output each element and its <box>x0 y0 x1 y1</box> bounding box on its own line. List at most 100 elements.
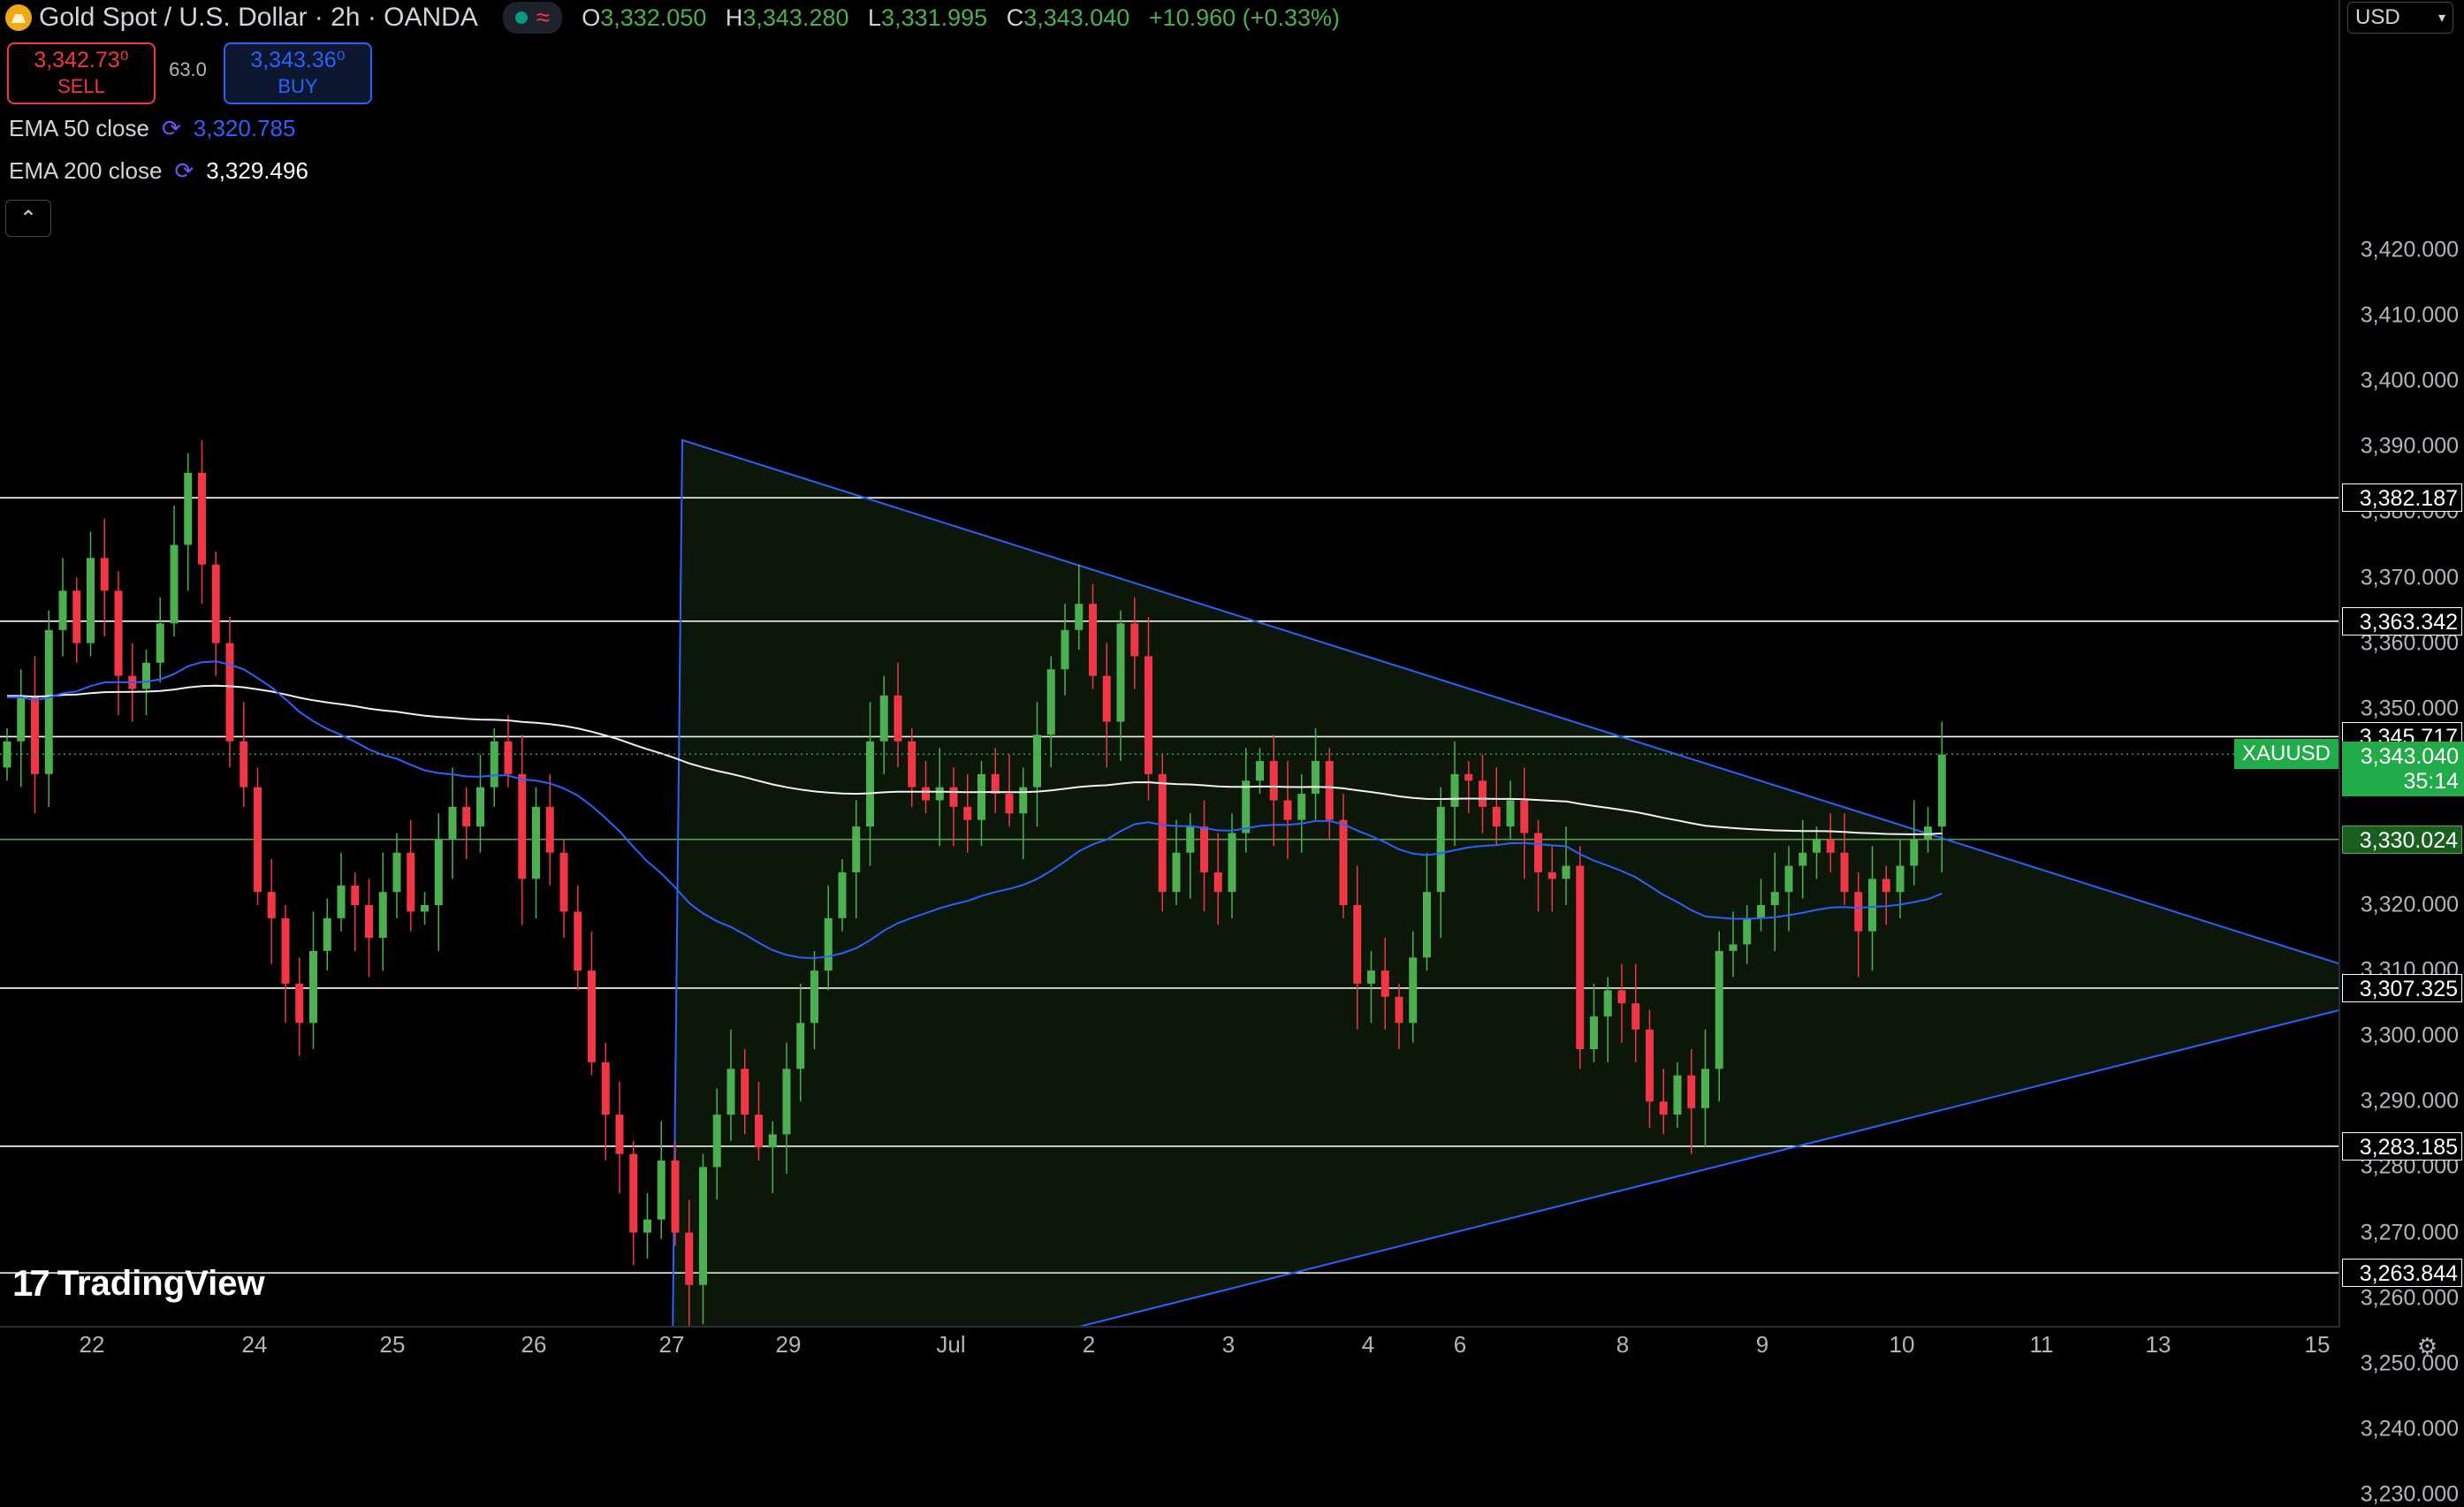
candle-body[interactable] <box>699 1167 707 1285</box>
candle-body[interactable] <box>309 950 317 1024</box>
candle-body[interactable] <box>100 558 109 591</box>
candle-body[interactable] <box>87 558 95 643</box>
candle-body[interactable] <box>922 787 930 801</box>
candle-body[interactable] <box>935 787 944 801</box>
candle-body[interactable] <box>1019 787 1028 814</box>
candle-body[interactable] <box>198 472 206 565</box>
candle-body[interactable] <box>1784 865 1793 893</box>
indicator-ema-50[interactable]: EMA 50 close ⟳ 3,320.785 <box>9 115 295 142</box>
candle-body[interactable] <box>1854 892 1863 932</box>
candle-body[interactable] <box>1743 917 1752 945</box>
collapse-indicators-button[interactable]: ⌃ <box>5 200 51 237</box>
candle-body[interactable] <box>1576 865 1585 1050</box>
candle-body[interactable] <box>1200 826 1208 872</box>
candle-body[interactable] <box>1840 852 1849 893</box>
candle-body[interactable] <box>1061 629 1069 670</box>
candle-body[interactable] <box>1562 865 1570 879</box>
candle-body[interactable] <box>462 806 471 827</box>
candle-body[interactable] <box>1325 760 1334 820</box>
candle-body[interactable] <box>1033 734 1041 788</box>
tradingview-logo[interactable]: 17 TradingView <box>12 1262 265 1305</box>
candle-body[interactable] <box>1256 760 1264 781</box>
candle-body[interactable] <box>559 852 568 912</box>
candle-body[interactable] <box>755 1115 763 1148</box>
candle-body[interactable] <box>1409 957 1418 1024</box>
candle-body[interactable] <box>1464 773 1473 781</box>
candle-body[interactable] <box>1145 656 1152 774</box>
candle-body[interactable] <box>142 662 150 689</box>
candle-body[interactable] <box>1283 800 1292 820</box>
candle-body[interactable] <box>295 983 304 1024</box>
candle-body[interactable] <box>1882 879 1890 893</box>
candle-body[interactable] <box>852 826 861 872</box>
candle-body[interactable] <box>114 590 123 676</box>
candle-body[interactable] <box>894 695 902 742</box>
candle-body[interactable] <box>1924 826 1932 840</box>
candle-body[interactable] <box>1172 852 1181 893</box>
sell-button[interactable]: 3,342.73⁰ SELL <box>7 42 156 104</box>
candle-body[interactable] <box>1937 754 1946 827</box>
candle-body[interactable] <box>44 629 53 774</box>
candle-body[interactable] <box>1770 892 1779 905</box>
candle-body[interactable] <box>1896 865 1905 893</box>
buy-button[interactable]: 3,343.36⁰ BUY <box>224 42 372 104</box>
candle-body[interactable] <box>351 885 360 905</box>
candle-body[interactable] <box>518 773 527 879</box>
candle-body[interactable] <box>810 970 818 1024</box>
candle-body[interactable] <box>601 1062 610 1115</box>
candle-body[interactable] <box>1520 800 1529 833</box>
candle-body[interactable] <box>588 970 596 1062</box>
candle-body[interactable] <box>712 1115 721 1168</box>
candle-body[interactable] <box>1423 892 1431 958</box>
candle-body[interactable] <box>1659 1101 1668 1115</box>
candle-body[interactable] <box>1046 669 1055 735</box>
candle-body[interactable] <box>58 590 67 630</box>
candle-body[interactable] <box>1534 833 1542 872</box>
candle-body[interactable] <box>1395 996 1403 1024</box>
candle-body[interactable] <box>782 1069 791 1135</box>
candle-body[interactable] <box>392 852 401 893</box>
candle-body[interactable] <box>1506 800 1515 827</box>
candle-body[interactable] <box>1673 1075 1682 1115</box>
candle-body[interactable] <box>1353 905 1362 984</box>
candle-body[interactable] <box>490 741 498 788</box>
candle-body[interactable] <box>1213 871 1222 893</box>
candle-body[interactable] <box>532 806 540 879</box>
candle-body[interactable] <box>170 544 179 624</box>
candle-body[interactable] <box>254 787 262 893</box>
time-axis[interactable]: 22 24 25 26 27 29 Jul 2 3 4 6 8 9 10 11 13 15 <box>0 1326 2340 1361</box>
candle-body[interactable] <box>545 806 554 853</box>
candle-body[interactable] <box>407 852 415 912</box>
candle-body[interactable] <box>615 1115 624 1154</box>
candle-body[interactable] <box>1380 970 1389 997</box>
candle-body[interactable] <box>1367 970 1375 984</box>
candle-body[interactable] <box>156 623 164 663</box>
candle-body[interactable] <box>421 905 429 912</box>
candle-body[interactable] <box>1813 839 1821 853</box>
candle-body[interactable] <box>1297 794 1306 820</box>
candle-body[interactable] <box>323 917 331 951</box>
candle-body[interactable] <box>1075 604 1084 630</box>
candle-body[interactable] <box>17 695 26 742</box>
candle-body[interactable] <box>838 871 847 918</box>
price-chart[interactable] <box>0 0 2340 1326</box>
candle-body[interactable] <box>991 773 1000 795</box>
candle-body[interactable] <box>1312 760 1319 795</box>
candle-body[interactable] <box>1646 1029 1654 1102</box>
candle-body[interactable] <box>1868 879 1876 932</box>
candle-body[interactable] <box>629 1153 638 1233</box>
candle-body[interactable] <box>1242 780 1251 833</box>
candle-body[interactable] <box>184 472 193 545</box>
candle-body[interactable] <box>1548 871 1556 879</box>
candle-body[interactable] <box>1701 1069 1709 1108</box>
candle-body[interactable] <box>31 695 39 774</box>
candle-body[interactable] <box>741 1069 749 1115</box>
candle-body[interactable] <box>1715 950 1723 1069</box>
candle-body[interactable] <box>1603 990 1612 1016</box>
candle-body[interactable] <box>1339 819 1348 905</box>
candle-body[interactable] <box>977 773 985 820</box>
candle-body[interactable] <box>225 643 234 742</box>
symbol-title[interactable]: Gold Spot / U.S. Dollar · 2h · OANDA <box>39 3 478 33</box>
candle-body[interactable] <box>1102 675 1111 722</box>
candle-body[interactable] <box>1450 773 1459 807</box>
